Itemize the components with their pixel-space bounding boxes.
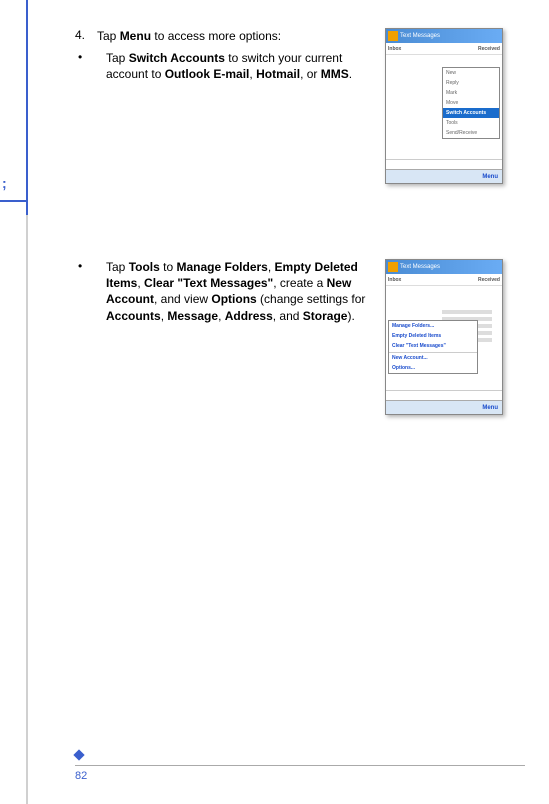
bullet-marker: • — [78, 259, 106, 273]
footer-rule — [75, 765, 525, 766]
mock-menu-item: Manage Folders... — [389, 321, 477, 331]
mock-header-row: Inbox Received — [386, 43, 502, 55]
section-1-text: 4. Tap Menu to access more options: • Ta… — [75, 28, 385, 89]
blue-vertical-stripe — [26, 0, 28, 215]
mock-title-text: Text Messages — [400, 33, 440, 39]
mock-title-text: Text Messages — [400, 264, 440, 270]
mock-list-footer — [386, 390, 502, 400]
mock-menu-item: Tools — [443, 118, 499, 128]
mock-titlebar: Text Messages — [386, 260, 502, 274]
mock-menu-softkey: Menu — [482, 405, 498, 411]
section-1: 4. Tap Menu to access more options: • Ta… — [75, 28, 525, 184]
device-screenshot-2: Text Messages Inbox Received Manage Fold… — [385, 259, 503, 415]
mock-row-right: Received — [478, 46, 500, 52]
mock-titlebar: Text Messages — [386, 29, 502, 43]
mock-row-left: Inbox — [388, 46, 401, 52]
gray-vertical-stripe — [26, 215, 28, 804]
device-screenshot-1: Text Messages Inbox Received NewReplyMar… — [385, 28, 503, 184]
page-footer: 82 — [75, 751, 525, 782]
mock-list-footer — [386, 159, 502, 169]
mock-body: NewReplyMarkMoveSwitch AccountsToolsSend… — [386, 55, 502, 159]
page-number: 82 — [75, 770, 525, 782]
mock-tools-popup: Manage Folders...Empty Deleted ItemsClea… — [388, 320, 478, 374]
mock-softkey-bar: Menu — [386, 400, 502, 414]
bullet-marker: • — [78, 50, 106, 64]
left-margin: ; — [0, 0, 32, 804]
bullet-text: Tap Tools to Manage Folders, Empty Delet… — [106, 259, 370, 324]
section-2-text: • Tap Tools to Manage Folders, Empty Del… — [75, 259, 385, 330]
mock-row-right: Received — [478, 277, 500, 283]
item-number: 4. — [75, 28, 97, 42]
mock-menu-item: Reply — [443, 78, 499, 88]
diamond-icon — [73, 749, 84, 760]
mock-menu-item: Move — [443, 98, 499, 108]
windows-icon — [388, 31, 398, 41]
bullet-text: Tap Switch Accounts to switch your curre… — [106, 50, 370, 82]
mock-menu-popup: NewReplyMarkMoveSwitch AccountsToolsSend… — [442, 67, 500, 139]
mock-menu-item: Clear "Text Messages" — [389, 341, 477, 351]
bullet-item-tools: • Tap Tools to Manage Folders, Empty Del… — [75, 259, 370, 324]
mock-menu-item: Options... — [389, 363, 477, 373]
main-content: 4. Tap Menu to access more options: • Ta… — [75, 28, 525, 423]
bullet-item-switch-accounts: • Tap Switch Accounts to switch your cur… — [75, 50, 370, 82]
mock-menu-item: New Account... — [389, 352, 477, 363]
mock-softkey-bar: Menu — [386, 169, 502, 183]
numbered-item-4: 4. Tap Menu to access more options: — [75, 28, 370, 44]
screenshot-2-col: Text Messages Inbox Received Manage Fold… — [385, 259, 505, 415]
item-text: Tap Menu to access more options: — [97, 28, 370, 44]
mock-row-left: Inbox — [388, 277, 401, 283]
mock-menu-item: New — [443, 68, 499, 78]
mock-menu-item: Switch Accounts — [443, 108, 499, 118]
mock-menu-item: Empty Deleted Items — [389, 331, 477, 341]
mock-menu-softkey: Menu — [482, 174, 498, 180]
mock-body: Manage Folders...Empty Deleted ItemsClea… — [386, 286, 502, 390]
windows-icon — [388, 262, 398, 272]
mock-header-row: Inbox Received — [386, 274, 502, 286]
sidebar-glyph: ; — [2, 175, 7, 191]
screenshot-1-col: Text Messages Inbox Received NewReplyMar… — [385, 28, 505, 184]
mock-menu-item: Mark — [443, 88, 499, 98]
mock-menu-item: Send/Receive — [443, 128, 499, 138]
section-2: • Tap Tools to Manage Folders, Empty Del… — [75, 259, 525, 415]
blue-horizontal-line — [0, 200, 28, 202]
